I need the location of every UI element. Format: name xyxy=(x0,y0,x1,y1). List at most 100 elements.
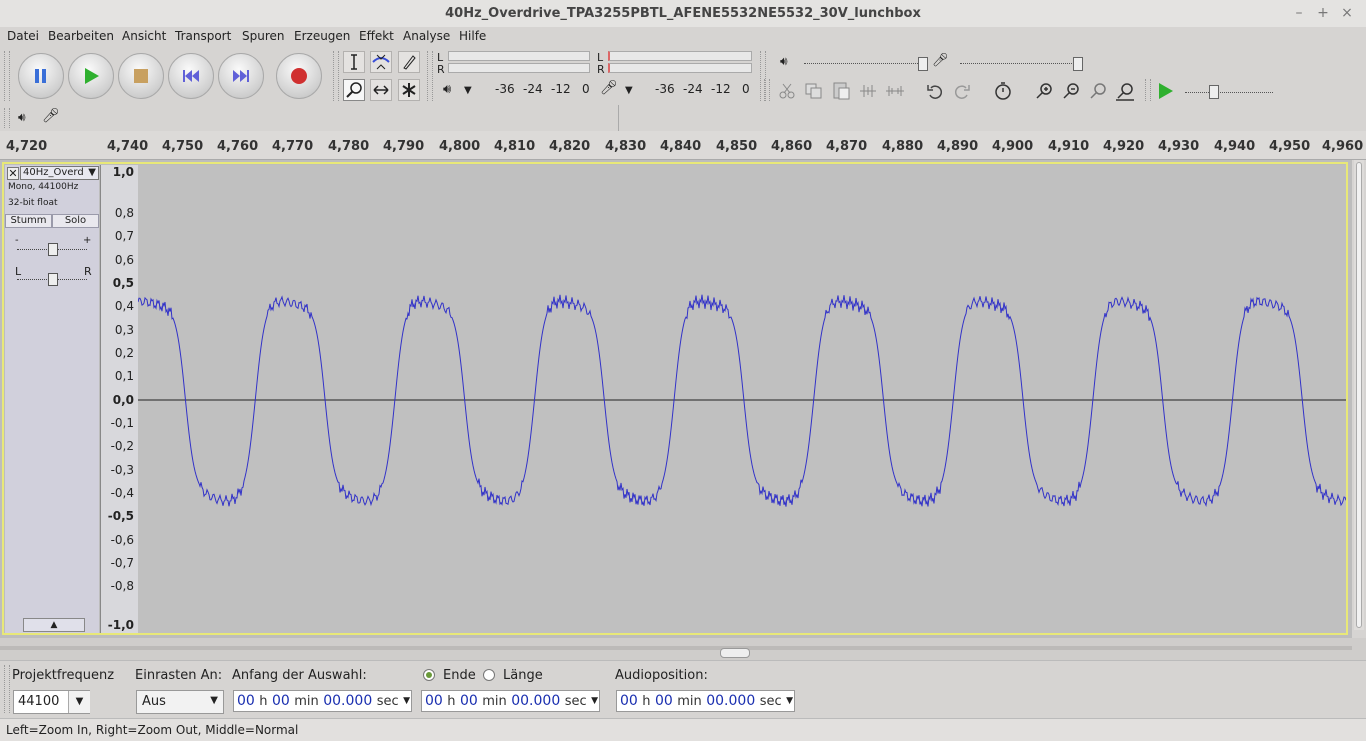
toolbar-grip[interactable] xyxy=(4,51,10,101)
input-volume-thumb[interactable] xyxy=(1073,57,1083,71)
undo-button[interactable] xyxy=(923,79,947,103)
mute-button[interactable]: Stumm xyxy=(5,214,52,228)
silence-button[interactable] xyxy=(883,79,907,103)
output-volume-thumb[interactable] xyxy=(918,57,928,71)
menu-datei[interactable]: Datei xyxy=(7,29,39,43)
track-format: Mono, 44100Hz xyxy=(8,182,79,192)
play-meter-dropdown[interactable]: ▼ xyxy=(464,85,472,96)
solo-button[interactable]: Solo xyxy=(52,214,99,228)
tools-grip[interactable] xyxy=(333,51,339,101)
track-control-panel[interactable]: ✕ 40Hz_Overd ▼ Mono, 44100Hz 32-bit floa… xyxy=(5,165,99,633)
zoom-in-button[interactable] xyxy=(1032,79,1056,103)
length-radio[interactable] xyxy=(483,669,495,681)
draw-tool[interactable] xyxy=(398,51,420,73)
time-format-dropdown-icon[interactable]: ▼ xyxy=(591,691,598,711)
ruler-tick: 4,780 xyxy=(328,139,370,154)
record-meter-bar-r[interactable] xyxy=(608,63,752,73)
redo-button[interactable] xyxy=(950,79,974,103)
play-at-speed-icon xyxy=(1159,83,1173,99)
project-rate-dropdown-icon[interactable]: ▼ xyxy=(68,691,90,713)
ruler-tick: 4,740 xyxy=(107,139,149,154)
horizontal-scrollbar[interactable] xyxy=(0,646,1352,650)
selection-tool[interactable] xyxy=(343,51,365,73)
vertical-scroll-thumb[interactable] xyxy=(1356,162,1362,628)
menu-hilfe[interactable]: Hilfe xyxy=(459,29,486,43)
copy-button[interactable] xyxy=(802,79,826,103)
menu-bar: Datei Bearbeiten Ansicht Transport Spure… xyxy=(0,27,1366,47)
multi-tool[interactable] xyxy=(398,79,420,101)
record-meter-dropdown[interactable]: ▼ xyxy=(625,85,633,96)
vertical-scrollbar[interactable] xyxy=(1354,160,1364,630)
menu-analyse[interactable]: Analyse xyxy=(403,29,450,43)
menu-spuren[interactable]: Spuren xyxy=(242,29,285,43)
track-menu-button[interactable]: 40Hz_Overd ▼ xyxy=(20,166,99,180)
play-meter-bar-l[interactable] xyxy=(448,51,590,61)
stop-button[interactable] xyxy=(118,53,164,99)
edit-grip[interactable] xyxy=(764,79,770,101)
menu-erzeugen[interactable]: Erzeugen xyxy=(294,29,350,43)
selection-grip[interactable] xyxy=(4,665,10,713)
menu-ansicht[interactable]: Ansicht xyxy=(122,29,166,43)
pause-button[interactable] xyxy=(18,53,64,99)
fit-project-button[interactable] xyxy=(1113,79,1137,103)
amp-label: 1,0 xyxy=(112,165,134,179)
snap-select[interactable]: Aus ▼ xyxy=(136,690,224,714)
envelope-tool[interactable] xyxy=(370,51,392,73)
pan-thumb[interactable] xyxy=(48,273,58,286)
output-volume-slider[interactable] xyxy=(804,63,922,64)
timeline-ruler[interactable]: 4,720 4,740 4,750 4,760 4,770 4,780 4,79… xyxy=(0,131,1366,160)
record-button[interactable] xyxy=(276,53,322,99)
menu-transport[interactable]: Transport xyxy=(175,29,231,43)
waveform-area[interactable] xyxy=(138,165,1346,633)
menu-effekt[interactable]: Effekt xyxy=(359,29,394,43)
play-meter-bar-r[interactable] xyxy=(448,63,590,73)
scroll-thumb[interactable] xyxy=(720,648,750,658)
time-format-dropdown-icon[interactable]: ▼ xyxy=(786,691,793,711)
fit-selection-button[interactable] xyxy=(1086,79,1110,103)
selection-start-time[interactable]: 00 h 00 min 00.000 sec ▼ xyxy=(233,690,412,712)
gain-minus-label: - xyxy=(15,235,19,246)
time-shift-tool[interactable] xyxy=(370,79,392,101)
toolbar: L R L R 🔊︎ ▼ -36 -24 -12 0 🎤︎ ▼ -36 -24 … xyxy=(0,47,1366,106)
zoom-out-button[interactable] xyxy=(1059,79,1083,103)
input-device-icon[interactable]: 🎤︎ xyxy=(42,108,60,124)
project-rate-combo[interactable]: 44100 ▼ xyxy=(13,690,90,714)
zoom-tool[interactable] xyxy=(343,79,365,101)
minutes-unit: min xyxy=(482,694,507,709)
menu-bearbeiten[interactable]: Bearbeiten xyxy=(48,29,114,43)
audio-position-time[interactable]: 00 h 00 min 00.000 sec ▼ xyxy=(616,690,795,712)
time-format-dropdown-icon[interactable]: ▼ xyxy=(403,691,410,711)
skip-to-end-button[interactable] xyxy=(218,53,264,99)
window-title: 40Hz_Overdrive_TPA3255PBTL_AFENE5532NE55… xyxy=(445,6,921,21)
stopwatch-icon xyxy=(995,82,1011,100)
close-button[interactable]: × xyxy=(1336,0,1358,27)
sync-lock-button[interactable] xyxy=(991,79,1015,103)
gain-thumb[interactable] xyxy=(48,243,58,256)
record-meter-bar-l[interactable] xyxy=(608,51,752,61)
input-volume-icon: 🎤︎ xyxy=(932,53,949,68)
cut-button[interactable] xyxy=(775,79,799,103)
track-name: 40Hz_Overd xyxy=(23,167,84,178)
trim-button[interactable] xyxy=(856,79,880,103)
output-device-icon[interactable]: 🔊︎ xyxy=(18,110,26,125)
amplitude-ruler[interactable]: 1,0 0,8 0,7 0,6 0,5 0,4 0,3 0,2 0,1 0,0 … xyxy=(100,165,139,633)
maximize-button[interactable]: + xyxy=(1312,0,1334,27)
input-volume-slider[interactable] xyxy=(960,63,1078,64)
play-at-speed-button[interactable] xyxy=(1153,79,1177,103)
minimize-button[interactable]: – xyxy=(1288,0,1310,27)
amp-label: -1,0 xyxy=(107,618,134,632)
play-button[interactable] xyxy=(68,53,114,99)
play-speed-slider[interactable] xyxy=(1185,92,1273,93)
meter-grip[interactable] xyxy=(427,51,433,101)
microphone-icon: 🎤︎ xyxy=(600,80,618,96)
paste-button[interactable] xyxy=(829,79,853,103)
selection-end-time[interactable]: 00 h 00 min 00.000 sec ▼ xyxy=(421,690,600,712)
device-grip[interactable] xyxy=(4,108,10,128)
play-speed-grip[interactable] xyxy=(1145,79,1151,101)
skip-to-start-button[interactable] xyxy=(168,53,214,99)
end-radio[interactable] xyxy=(423,669,435,681)
track-close-button[interactable]: ✕ xyxy=(7,167,19,180)
play-speed-thumb[interactable] xyxy=(1209,85,1219,99)
ruler-tick: 4,810 xyxy=(494,139,536,154)
collapse-track-button[interactable]: ▲ xyxy=(23,618,85,632)
